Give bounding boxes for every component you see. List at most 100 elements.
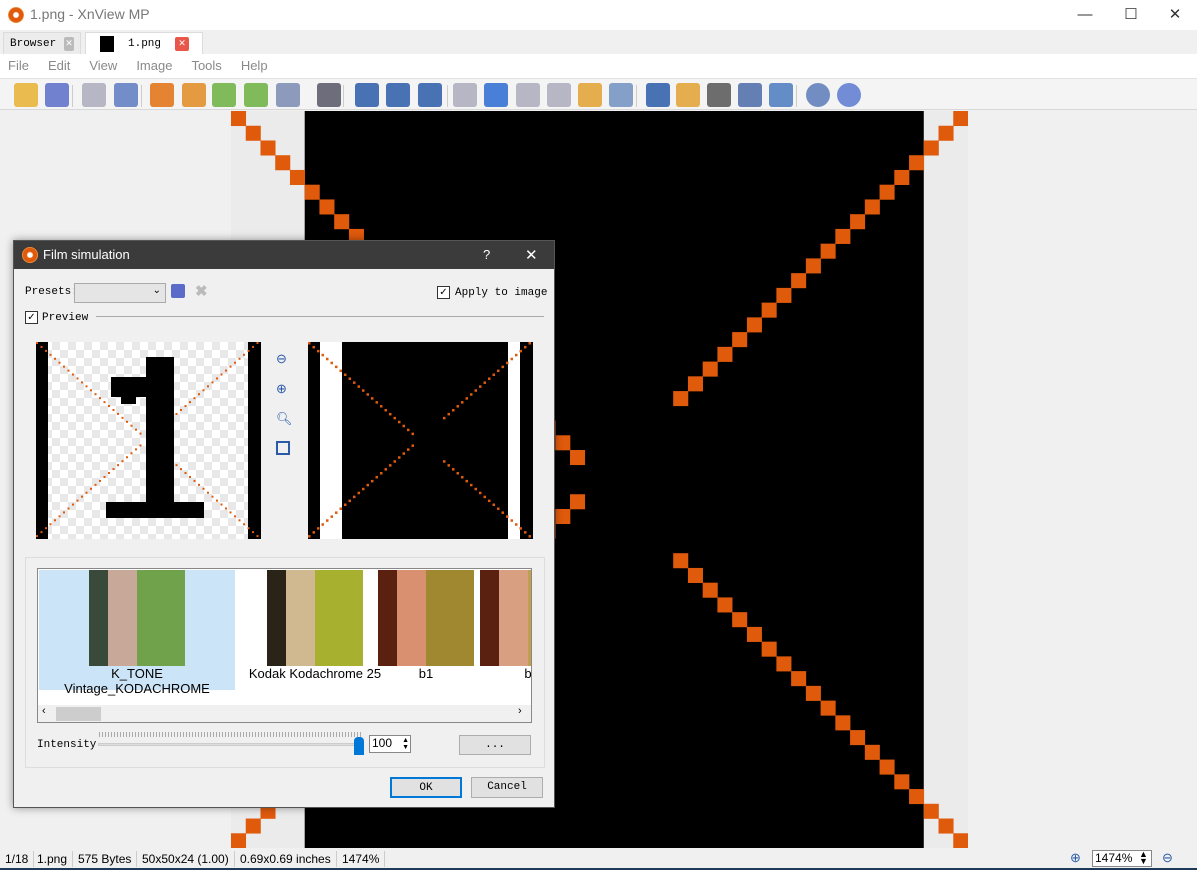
scroll-right-icon[interactable]: › — [518, 705, 522, 717]
image-pixel — [528, 342, 531, 345]
image-pixel — [326, 519, 329, 522]
minimize-button[interactable]: — — [1062, 0, 1108, 30]
horizontal-scrollbar[interactable]: ‹ › — [38, 705, 531, 722]
help-icon[interactable] — [837, 83, 861, 107]
image-pixel — [344, 373, 347, 377]
zoom-out-icon[interactable]: ⊖ — [276, 351, 287, 367]
zoom-1to1-icon[interactable] — [386, 83, 410, 107]
rotate-left-icon[interactable] — [212, 83, 236, 107]
image-pixel — [198, 483, 200, 486]
scroll-left-icon[interactable]: ‹ — [42, 705, 46, 717]
resize-icon[interactable] — [182, 83, 206, 107]
next-icon[interactable] — [484, 83, 508, 107]
image-pixel — [67, 369, 70, 372]
previous-icon[interactable] — [453, 83, 477, 107]
redo-icon[interactable] — [114, 83, 138, 107]
zoom-in-icon[interactable] — [355, 83, 379, 107]
image-pixel — [238, 519, 241, 522]
capture-icon[interactable] — [769, 83, 793, 107]
zoom-out-icon[interactable] — [418, 83, 442, 107]
dialog-title-bar: Film simulation ? ✕ — [14, 241, 554, 269]
image-pixel — [76, 377, 79, 380]
levels-icon[interactable] — [317, 83, 341, 107]
menu-file[interactable]: File — [8, 54, 29, 78]
spinner-arrows-icon[interactable]: ▲ ▼ — [402, 737, 409, 751]
info-icon[interactable] — [609, 83, 633, 107]
presets-dropdown[interactable]: ⌄ — [74, 283, 166, 303]
image-pixel — [497, 507, 500, 510]
edit-text-icon[interactable] — [676, 83, 700, 107]
toolbar-separator — [343, 85, 344, 107]
zoom-out-icon[interactable]: ⊖ — [1162, 850, 1173, 866]
image-pixel — [528, 535, 531, 538]
more-options-button[interactable]: ... — [459, 735, 531, 755]
intensity-spinbox[interactable]: 100 ▲ ▼ — [369, 735, 411, 753]
tab-browser[interactable]: Browser ✕ — [3, 32, 81, 54]
preview-checkbox[interactable]: ✓ — [25, 311, 38, 324]
thumbnail-item[interactable]: K_TONE Vintage_KODACHROME — [39, 570, 235, 696]
thumbnail-image — [480, 570, 531, 666]
thumbnail-item[interactable]: Kodak Kodachrome 25 — [235, 570, 395, 690]
adjust-colors-icon[interactable] — [276, 83, 300, 107]
menu-edit[interactable]: Edit — [48, 54, 70, 78]
image-pixel — [58, 361, 61, 364]
image-pixel — [184, 472, 187, 475]
maximize-button[interactable]: ☐ — [1108, 0, 1154, 30]
image-pixel — [256, 342, 259, 344]
image-pixel — [193, 397, 196, 400]
scan-icon[interactable] — [738, 83, 762, 107]
print-icon[interactable] — [707, 83, 731, 107]
zoom-in-icon[interactable]: ⊕ — [1070, 850, 1081, 866]
image-pixel — [49, 523, 52, 526]
first-icon[interactable] — [516, 83, 540, 107]
digit-one-base — [106, 502, 204, 518]
rotate-right-icon[interactable] — [244, 83, 268, 107]
cancel-button[interactable]: Cancel — [471, 777, 543, 798]
crop-icon[interactable] — [150, 83, 174, 107]
ok-button[interactable]: OK — [390, 777, 462, 798]
intensity-slider[interactable] — [98, 743, 362, 746]
zoom-in-icon[interactable]: ⊕ — [276, 381, 287, 397]
menu-view[interactable]: View — [89, 54, 117, 78]
zoom-spinner[interactable]: ▲ ▼ — [1139, 850, 1148, 866]
settings-icon[interactable] — [806, 83, 830, 107]
fit-to-window-icon[interactable] — [276, 441, 290, 455]
scrollbar-thumb[interactable] — [56, 707, 101, 721]
menu-image[interactable]: Image — [136, 54, 172, 78]
last-icon[interactable] — [547, 83, 571, 107]
delete-preset-icon[interactable]: ✖ — [195, 282, 208, 300]
tab-1png[interactable]: 1.png ✕ — [85, 32, 203, 54]
apply-to-image-checkbox[interactable]: ✓ — [437, 286, 450, 299]
thumbnail-item[interactable]: b — [480, 570, 531, 690]
image-pixel — [443, 416, 446, 420]
zoom-1to1-icon[interactable]: 🔍︎ — [276, 411, 293, 427]
image-pixel — [260, 140, 276, 156]
thumbnail-item[interactable]: b1 — [378, 570, 474, 690]
close-tab-icon[interactable]: ✕ — [64, 36, 74, 51]
toolbar-separator — [141, 85, 142, 107]
intensity-slider-thumb[interactable] — [354, 737, 364, 755]
image-pixel — [923, 803, 939, 819]
menu-help[interactable]: Help — [241, 54, 268, 78]
help-button[interactable]: ? — [483, 247, 490, 262]
image-pixel — [447, 464, 450, 467]
open-browser-icon[interactable] — [14, 83, 38, 107]
image-pixel — [247, 349, 250, 352]
image-pixel — [479, 491, 482, 495]
image-pixel — [245, 125, 261, 141]
close-tab-icon[interactable]: ✕ — [175, 36, 190, 51]
image-pixel — [501, 365, 504, 369]
menu-tools[interactable]: Tools — [191, 54, 221, 78]
fullscreen-icon[interactable] — [646, 83, 670, 107]
image-pixel — [673, 553, 689, 569]
image-pixel — [99, 479, 101, 482]
undo-icon[interactable] — [82, 83, 106, 107]
slideshow-icon[interactable] — [578, 83, 602, 107]
save-icon[interactable] — [45, 83, 69, 107]
dialog-title: Film simulation — [43, 247, 130, 262]
close-window-button[interactable]: ✕ — [1152, 0, 1197, 30]
save-preset-icon[interactable] — [171, 284, 185, 298]
thumbnail-label: b1 — [418, 666, 434, 681]
film-thumbnail-list[interactable]: K_TONE Vintage_KODACHROME Kodak Kodachro… — [37, 568, 532, 723]
close-dialog-button[interactable]: ✕ — [525, 246, 538, 264]
